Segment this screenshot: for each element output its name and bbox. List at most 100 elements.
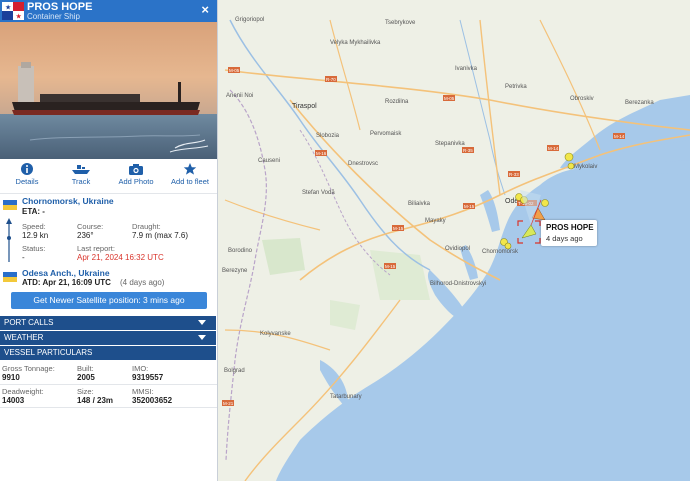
road-badge: R-70 — [326, 77, 336, 82]
status-label: Status: — [22, 244, 46, 253]
map-place-label: Grigoriopol — [235, 17, 264, 23]
departure-port-link[interactable]: Chornomorsk, Ukraine — [22, 196, 114, 206]
vessel-map-label[interactable]: PROS HOPE 4 days ago — [541, 220, 597, 246]
road-badge: M-15 — [393, 226, 404, 231]
port-calls-title: PORT CALLS — [4, 318, 54, 327]
last-report-label: Last report: — [77, 244, 115, 253]
map-place-label: Obroskiv — [570, 96, 594, 102]
chevron-down-icon — [198, 335, 206, 340]
vessel-marker[interactable] — [504, 242, 512, 250]
road-badge: R-35 — [463, 148, 473, 153]
last-report-value: Apr 21, 2024 16:32 UTC — [77, 253, 164, 262]
flag-panama-icon: ★ ★ — [2, 2, 24, 20]
divider — [0, 407, 217, 408]
gross-tonnage-value: 9910 — [2, 373, 20, 382]
deadweight-label: Deadweight: — [2, 387, 44, 396]
map-place-label: Bilhorod-Dnistrovskyi — [430, 281, 486, 287]
imo-label: IMO: — [132, 364, 149, 373]
eta-text: ETA: - — [22, 207, 45, 216]
course-value: 236° — [77, 231, 94, 240]
add-to-fleet-button[interactable]: Add to fleet — [163, 162, 217, 186]
road-badge: M-05 — [444, 96, 455, 101]
vessel-particulars-title: VESSEL PARTICULARS — [4, 348, 93, 357]
size-value: 148 / 23m — [77, 396, 114, 405]
size-label: Size: — [77, 387, 94, 396]
speed-label: Speed: — [22, 222, 46, 231]
ship-icon — [72, 165, 90, 174]
flag-ukraine-icon — [3, 272, 17, 282]
map-place-label: Berezanka — [625, 100, 654, 106]
map-place-label: Mykolaiv — [574, 164, 597, 170]
atd-ago: (4 days ago) — [120, 278, 165, 287]
details-label: Details — [15, 177, 39, 186]
vessel-map-label-time: 4 days ago — [546, 234, 583, 243]
divider — [0, 384, 217, 385]
map-place-label: Borodino — [228, 248, 253, 254]
vessel-marker[interactable] — [541, 199, 549, 207]
map-place-label: Ivanivka — [455, 66, 478, 72]
map-place-label: Mayaky — [425, 218, 446, 224]
map-place-label: Stefan Vodă — [302, 190, 335, 196]
map-place-label: Biliaivka — [408, 201, 431, 207]
built-label: Built: — [77, 364, 94, 373]
built-value: 2005 — [77, 373, 95, 382]
track-button[interactable]: Track — [54, 162, 108, 186]
vessel-map-label-name: PROS HOPE — [546, 223, 594, 232]
vessel-marker[interactable] — [567, 162, 575, 170]
course-label: Course: — [77, 222, 104, 231]
map-place-label: Tiraspol — [292, 103, 317, 110]
map-place-label: Kolyvanske — [260, 331, 291, 337]
map-place-label: Tatarbunary — [330, 394, 362, 400]
map-place-label: Bolgrad — [224, 368, 245, 374]
map-place-label: Causeni — [258, 158, 280, 164]
weather-title: WEATHER — [4, 333, 44, 342]
chevron-down-icon — [198, 320, 206, 325]
port-calls-section[interactable]: PORT CALLS — [0, 316, 216, 330]
imo-value: 9319557 — [132, 373, 164, 382]
svg-text:★: ★ — [16, 13, 22, 21]
map-place-label: Rozdilna — [385, 99, 409, 105]
map-place-label: Slobozia — [316, 133, 340, 139]
svg-text:★: ★ — [5, 4, 11, 12]
arrival-port-link[interactable]: Odesa Anch., Ukraine — [22, 268, 110, 278]
road-badge: M-05 — [229, 68, 240, 73]
road-badge: M-21 — [223, 401, 234, 406]
route-line — [6, 218, 12, 262]
get-satellite-position-button[interactable]: Get Newer Satellite position: 3 mins ago — [11, 292, 207, 309]
action-row: Details Track Add Photo Add to fleet — [0, 160, 217, 192]
map-place-label: Ovidiopol — [445, 246, 470, 252]
details-button[interactable]: Details — [0, 162, 54, 186]
close-icon[interactable]: × — [201, 3, 209, 17]
camera-icon — [129, 164, 143, 175]
star-icon — [183, 163, 197, 175]
flag-ukraine-icon — [3, 200, 17, 210]
vessel-particulars-section[interactable]: VESSEL PARTICULARS — [0, 346, 216, 360]
speed-value: 12.9 kn — [22, 231, 49, 240]
info-icon — [21, 163, 33, 175]
mmsi-label: MMSI: — [132, 387, 154, 396]
vessel-photo[interactable] — [0, 22, 218, 159]
map-place-label: Dnestrovsc — [348, 161, 378, 167]
map-place-label: Pervomaisk — [370, 131, 402, 137]
vessel-marker[interactable] — [564, 152, 574, 162]
road-badge: M-14 — [548, 146, 559, 151]
road-badge: M-16 — [316, 151, 327, 156]
divider — [0, 193, 217, 194]
map-place-label: Berezyne — [222, 268, 248, 274]
road-badge: M-14 — [614, 134, 625, 139]
deadweight-value: 14003 — [2, 396, 25, 405]
map-place-label: Tsebrykove — [385, 20, 416, 26]
draught-value: 7.9 m (max 7.6) — [132, 231, 189, 240]
add-photo-button[interactable]: Add Photo — [109, 162, 163, 186]
vessel-type: Container Ship — [27, 12, 80, 21]
draught-label: Draught: — [132, 222, 161, 231]
weather-section[interactable]: WEATHER — [0, 331, 216, 345]
add-photo-label: Add Photo — [118, 177, 154, 186]
add-to-fleet-label: Add to fleet — [171, 177, 209, 186]
map-place-label: Anenii Noi — [226, 93, 253, 99]
road-badge: M-15 — [464, 204, 475, 209]
vessel-header: ★ ★ PROS HOPE Container Ship × — [0, 0, 217, 22]
road-badge: M-15 — [385, 264, 396, 269]
atd-text: ATD: Apr 21, 16:09 UTC — [22, 278, 111, 287]
vessel-info-panel: ★ ★ PROS HOPE Container Ship × Details T… — [0, 0, 218, 481]
